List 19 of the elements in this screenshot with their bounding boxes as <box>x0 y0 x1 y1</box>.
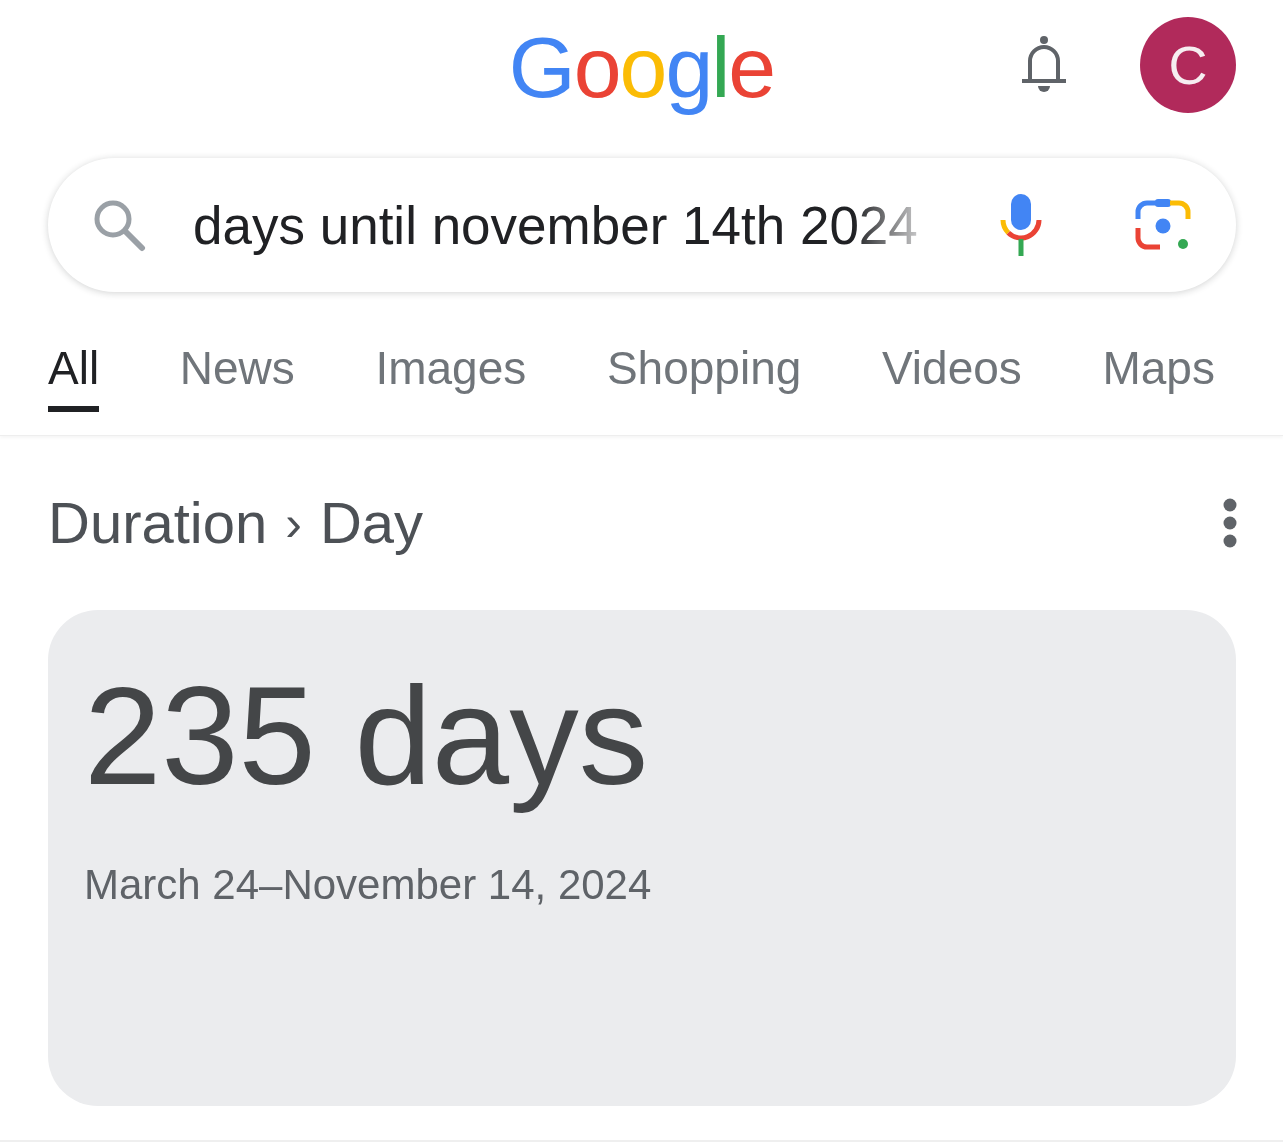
tab[interactable]: News <box>179 342 295 412</box>
microphone-icon[interactable] <box>999 194 1043 256</box>
breadcrumb-item: Duration <box>48 490 268 556</box>
breadcrumb-separator: › <box>285 494 302 553</box>
search-field[interactable]: days until november 14th 2024 <box>193 194 938 256</box>
tab[interactable]: All <box>48 342 100 412</box>
account-avatar[interactable]: C <box>1140 17 1236 113</box>
search-icon <box>92 198 146 252</box>
tab[interactable]: Videos <box>882 342 1022 412</box>
tab[interactable]: Images <box>375 342 527 412</box>
breadcrumb-item: Day <box>319 490 424 556</box>
more-icon[interactable] <box>1222 498 1238 548</box>
camera-icon[interactable] <box>1135 199 1191 251</box>
tab[interactable]: Shopping <box>606 342 802 412</box>
date-range: March 24–November 14, 2024 <box>84 860 652 910</box>
tab[interactable]: Maps <box>1102 342 1215 412</box>
bell-icon[interactable] <box>1020 35 1068 95</box>
logo-text[interactable]: Google <box>508 13 775 117</box>
result-value: 235 days <box>84 657 649 815</box>
